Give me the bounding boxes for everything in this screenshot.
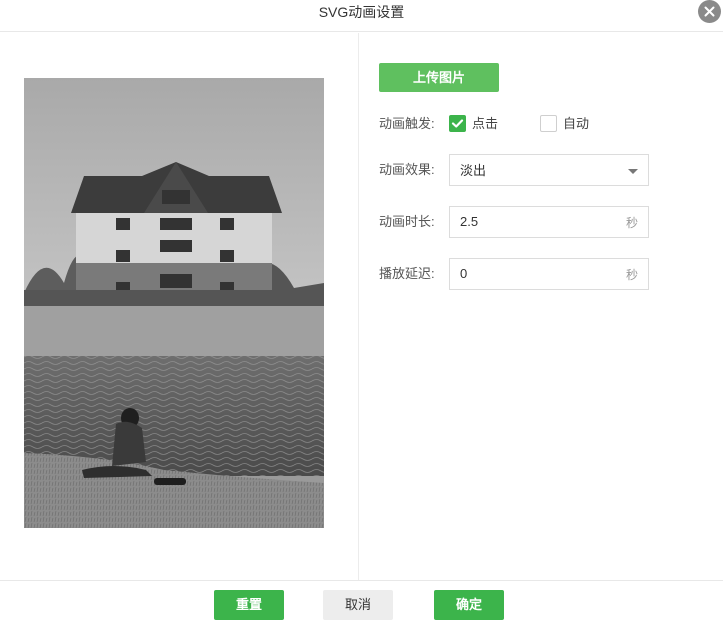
- trigger-auto-checkbox[interactable]: [540, 115, 557, 132]
- delay-field[interactable]: 秒: [449, 258, 649, 290]
- delay-input[interactable]: [460, 266, 610, 282]
- trigger-auto-label[interactable]: 自动: [563, 116, 589, 132]
- delay-label: 播放延迟:: [379, 266, 435, 281]
- svg-animation-dialog: SVG动画设置 上传图片 动画触发: 点击 自动 动画效果: 淡出 动画时长: …: [0, 0, 723, 621]
- duration-input[interactable]: [460, 214, 610, 230]
- duration-label: 动画时长:: [379, 214, 435, 229]
- checkmark-icon: [451, 119, 464, 128]
- trigger-label: 动画触发:: [379, 116, 435, 131]
- panel-divider: [358, 33, 359, 580]
- reset-button[interactable]: 重置: [214, 590, 284, 620]
- delay-unit: 秒: [626, 268, 639, 282]
- preview-photo: [24, 78, 324, 528]
- effect-select[interactable]: 淡出: [449, 154, 649, 186]
- dialog-header: SVG动画设置: [0, 0, 723, 32]
- close-icon: [704, 6, 715, 17]
- image-preview: [24, 78, 324, 528]
- close-button[interactable]: [698, 0, 721, 23]
- duration-field[interactable]: 秒: [449, 206, 649, 238]
- chevron-down-icon: [628, 169, 638, 174]
- trigger-click-label[interactable]: 点击: [472, 116, 498, 132]
- cancel-button[interactable]: 取消: [323, 590, 393, 620]
- confirm-button[interactable]: 确定: [434, 590, 504, 620]
- effect-selected-value: 淡出: [460, 163, 487, 178]
- effect-label: 动画效果:: [379, 162, 435, 177]
- duration-unit: 秒: [626, 216, 639, 230]
- trigger-click-checkbox[interactable]: [449, 115, 466, 132]
- dialog-title: SVG动画设置: [318, 4, 405, 20]
- upload-image-button[interactable]: 上传图片: [379, 63, 499, 92]
